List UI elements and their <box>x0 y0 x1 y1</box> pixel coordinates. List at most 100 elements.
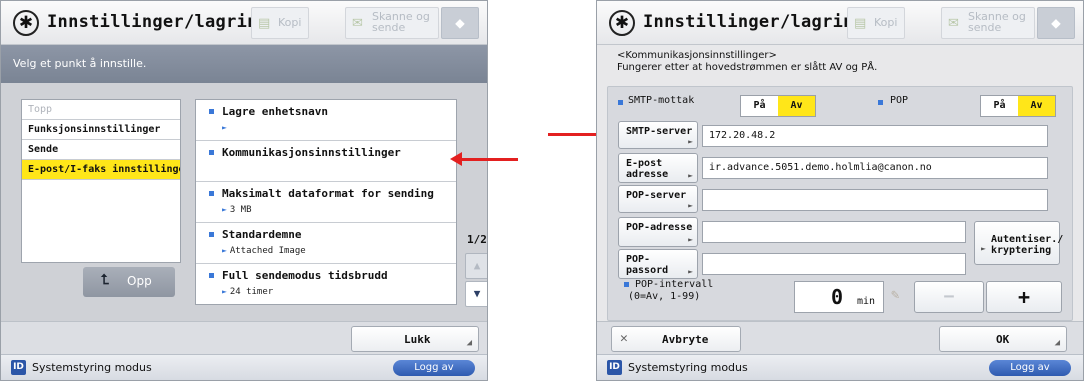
pop-password-label-line1: POP- <box>626 254 651 265</box>
email-address-label: E-post adresse <box>626 158 668 180</box>
up-arrow-icon: ⮤ <box>101 272 110 288</box>
settings-item-value-text: 24 timer <box>229 287 274 297</box>
id-badge-icon: ID <box>607 360 622 375</box>
footer-bar: Lukk ◢ <box>1 321 487 356</box>
smtp-receive-label: SMTP-mottak <box>628 95 695 106</box>
cube-icon[interactable]: ◆ <box>1037 7 1075 39</box>
triangle-right-icon: ► <box>222 246 227 255</box>
status-text: Systemstyring modus <box>628 361 748 374</box>
pop-server-label: POP-server <box>626 190 687 201</box>
triangle-right-icon: ► <box>688 171 693 180</box>
logout-button[interactable]: Logg av <box>393 360 475 376</box>
pop-password-label: POP-passord <box>626 254 668 276</box>
triangle-right-icon: ► <box>222 287 227 296</box>
bullet-icon <box>209 191 214 196</box>
scan-send-button[interactable]: ✉ Skanne og sende <box>941 7 1035 39</box>
bullet-icon <box>209 109 214 114</box>
smtp-server-field[interactable]: 172.20.48.2 <box>702 125 1048 147</box>
settings-item-send-timeout[interactable]: Full sendemodus tidsbrudd ► 24 timer <box>196 264 456 305</box>
pop-address-button[interactable]: POP-adresse ► <box>618 217 698 247</box>
instruction-bar: Velg et punkt å innstille. <box>1 45 487 83</box>
copy-label: Kopi <box>874 16 898 29</box>
minus-icon: − <box>943 286 955 307</box>
bullet-icon <box>624 281 629 287</box>
scan-send-label: Skanne og sende <box>968 10 1026 34</box>
settings-item-label: Kommunikasjonsinnstillinger <box>222 146 401 159</box>
close-label: Lukk <box>404 333 431 346</box>
smtp-receive-toggle: På Av <box>740 95 816 117</box>
email-address-field[interactable]: ir.advance.5051.demo.holmlia@canon.no <box>702 157 1048 179</box>
pop-password-button[interactable]: POP-passord ► <box>618 249 698 279</box>
settings-item-device-name[interactable]: Lagre enhetsnavn ► <box>196 100 456 141</box>
plus-icon: + <box>1017 285 1031 309</box>
settings-item-default-subject[interactable]: Standardemne ► Attached Image <box>196 223 456 264</box>
cube-icon[interactable]: ◆ <box>441 7 479 39</box>
settings-item-value: ► 24 timer <box>222 287 273 297</box>
status-bar: ID Systemstyring modus Logg av <box>1 354 487 380</box>
ok-label: OK <box>996 333 1010 346</box>
copy-button[interactable]: ▤ Kopi <box>251 7 309 39</box>
auth-encryption-button[interactable]: ► Autentiser./kryptering <box>974 221 1063 265</box>
status-text: Systemstyring modus <box>32 361 152 374</box>
settings-item-label: Lagre enhetsnavn <box>222 105 328 118</box>
smtp-receive-off[interactable]: Av <box>778 96 815 116</box>
pop-password-field[interactable] <box>702 253 966 275</box>
category-item-function-settings[interactable]: Funksjonsinnstillinger <box>22 120 180 140</box>
bullet-icon <box>209 150 214 155</box>
section-note: Fungerer etter at hovedstrømmen er slått… <box>617 62 878 73</box>
settings-item-max-data-format[interactable]: Maksimalt dataformat for sending ► 3 MB <box>196 182 456 223</box>
settings-item-value: ► <box>222 123 230 133</box>
decrement-button[interactable]: − <box>914 281 984 313</box>
pop-off[interactable]: Av <box>1018 96 1055 116</box>
pop-interval-field[interactable]: 0 min <box>794 281 884 313</box>
settings-item-communication[interactable]: Kommunikasjonsinnstillinger <box>196 141 456 182</box>
pop-label: POP <box>890 95 909 106</box>
cancel-button[interactable]: ✕ Avbryte <box>611 326 741 352</box>
pop-server-field[interactable] <box>702 189 1048 211</box>
increment-button[interactable]: + <box>986 281 1062 313</box>
logout-label: Logg av <box>414 362 454 373</box>
settings-item-value-text: 3 MB <box>229 205 252 215</box>
scroll-down-button[interactable]: ▼ <box>465 281 487 307</box>
triangle-right-icon: ► <box>688 201 693 210</box>
annotation-arrow-left-icon <box>450 152 518 166</box>
settings-list: Lagre enhetsnavn ► Kommunikasjonsinnstil… <box>195 99 457 305</box>
settings-item-label: Standardemne <box>222 228 302 241</box>
smtp-server-label: SMTP-server <box>626 126 693 137</box>
communication-settings-form: SMTP-mottak På Av POP På Av SMTP-server … <box>607 86 1073 321</box>
settings-item-value: ► 3 MB <box>222 205 252 215</box>
pop-password-label-line2: passord <box>626 265 669 276</box>
bullet-icon <box>878 100 883 105</box>
copy-button[interactable]: ▤ Kopi <box>847 7 905 39</box>
id-badge-icon: ID <box>11 360 26 375</box>
copy-icon: ▤ <box>854 16 867 31</box>
arrow-head <box>450 152 462 166</box>
settings-star-icon: ✱ <box>609 10 635 36</box>
cancel-label: Avbryte <box>662 333 709 346</box>
ok-button[interactable]: OK ◢ <box>939 326 1067 352</box>
clear-icon[interactable]: ✎ <box>891 287 899 303</box>
auth-encryption-label: Autentiser./kryptering <box>991 234 1063 256</box>
up-button[interactable]: ⮤ Opp <box>83 267 175 297</box>
pop-server-button[interactable]: POP-server ► <box>618 185 698 213</box>
email-address-button[interactable]: E-post adresse ► <box>618 153 698 183</box>
copy-icon: ▤ <box>258 16 271 31</box>
auth-encryption-label-line1: Autentiser./ <box>991 234 1064 245</box>
chevron-down-icon: ▼ <box>473 287 481 300</box>
settings-item-value: ► Attached Image <box>222 246 306 256</box>
category-item-send[interactable]: Sende <box>22 140 180 160</box>
bullet-icon <box>618 100 623 105</box>
pop-address-label: POP-adresse <box>626 222 693 233</box>
smtp-server-button[interactable]: SMTP-server ► <box>618 121 698 149</box>
close-button[interactable]: Lukk ◢ <box>351 326 479 352</box>
pop-on[interactable]: På <box>981 96 1018 116</box>
logout-button[interactable]: Logg av <box>989 360 1071 376</box>
scan-send-icon: ✉ <box>352 16 363 31</box>
smtp-receive-on[interactable]: På <box>741 96 778 116</box>
pop-address-field[interactable] <box>702 221 966 243</box>
scroll-up-button[interactable]: ▲ <box>465 253 487 279</box>
category-item-top[interactable]: Topp <box>22 100 180 120</box>
settings-item-label: Maksimalt dataformat for sending <box>222 187 434 200</box>
scan-send-button[interactable]: ✉ Skanne og sende <box>345 7 439 39</box>
category-item-email-ifax[interactable]: E-post/I-faks innstillinger <box>22 160 180 180</box>
